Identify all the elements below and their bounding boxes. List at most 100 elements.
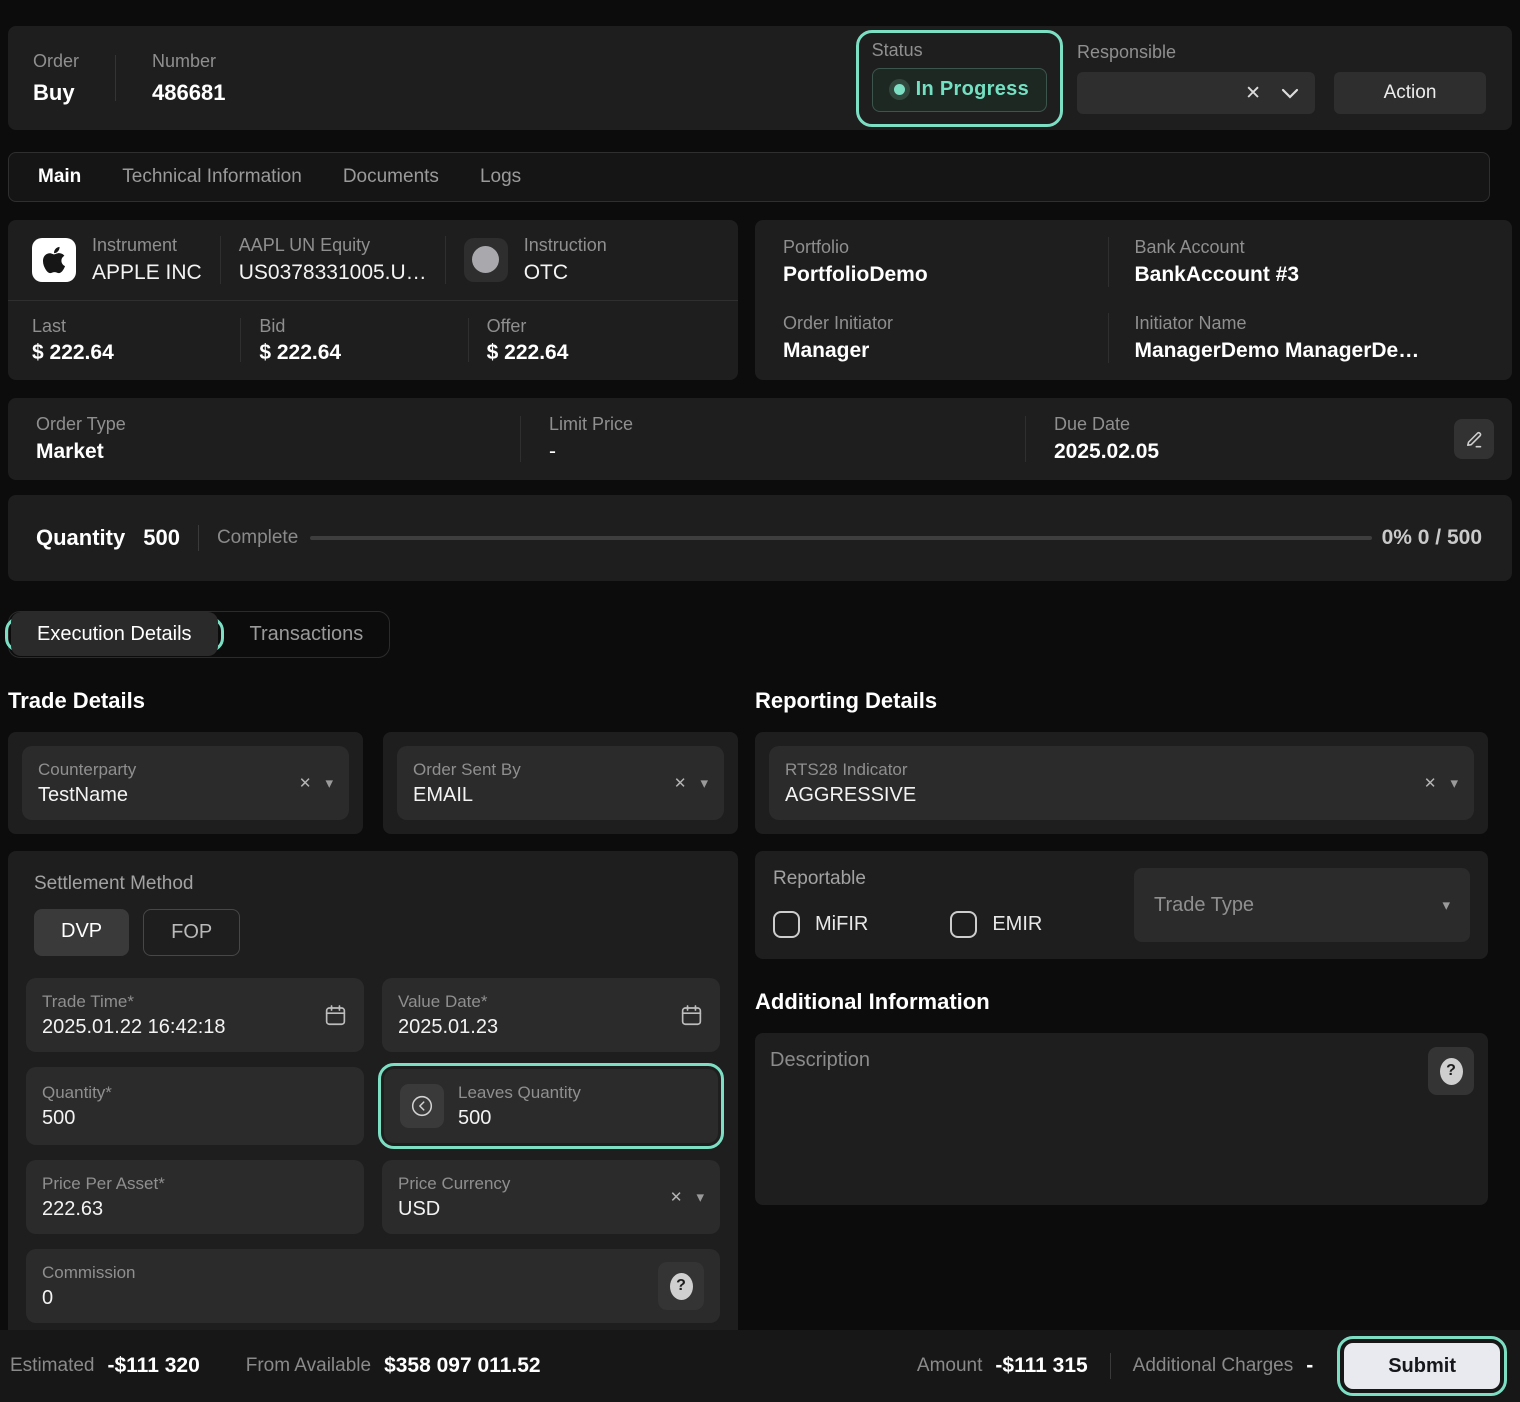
quote-offer: Offer $ 222.64 — [487, 316, 714, 365]
order-type-group: Order Type Market — [36, 414, 520, 464]
tab-main[interactable]: Main — [38, 166, 81, 188]
rts28-select[interactable]: RTS28 Indicator AGGRESSIVE ✕ ▾ — [769, 746, 1474, 820]
tab-logs[interactable]: Logs — [480, 166, 521, 188]
value-date-field[interactable]: Value Date* 2025.01.23 — [382, 978, 720, 1052]
divider — [445, 236, 446, 284]
counterparty-card: Counterparty TestName ✕ ▾ — [8, 732, 363, 834]
divider — [1025, 416, 1026, 462]
order-sent-by-select[interactable]: Order Sent By EMAIL ✕ ▾ — [397, 746, 724, 820]
leaves-quantity-label: Leaves Quantity — [458, 1083, 702, 1103]
price-currency-value: USD — [398, 1198, 662, 1221]
portfolio-label: Portfolio — [783, 237, 1134, 258]
clear-icon[interactable]: ✕ — [299, 774, 312, 792]
settlement-option-dvp[interactable]: DVP — [34, 909, 129, 956]
portfolio-group: Portfolio PortfolioDemo — [783, 237, 1134, 287]
settlement-option-fop[interactable]: FOP — [143, 909, 240, 956]
counterparty-select[interactable]: Counterparty TestName ✕ ▾ — [22, 746, 349, 820]
divider — [220, 236, 221, 284]
instruction-value: OTC — [524, 261, 607, 285]
clear-icon[interactable]: ✕ — [1245, 82, 1261, 105]
trade-fields-grid: Trade Time* 2025.01.22 16:42:18 Value Da… — [26, 978, 720, 1323]
clear-icon[interactable]: ✕ — [1424, 774, 1437, 792]
mifir-checkbox-item: MiFIR — [773, 911, 868, 938]
progress-text: 0% 0 / 500 — [1382, 526, 1482, 550]
order-side-group: Order Buy — [33, 51, 79, 106]
help-button[interactable]: ? — [1428, 1047, 1474, 1095]
isin-value: US0378331005.U… — [239, 261, 427, 285]
additional-charges-value: - — [1306, 1354, 1313, 1378]
calendar-icon[interactable] — [323, 1003, 348, 1028]
number-label: Number — [152, 51, 225, 72]
trade-time-field[interactable]: Trade Time* 2025.01.22 16:42:18 — [26, 978, 364, 1052]
commission-field[interactable]: Commission 0 ? — [26, 1249, 720, 1323]
responsible-label: Responsible — [1077, 42, 1315, 63]
trade-time-label: Trade Time* — [42, 992, 315, 1012]
detail-columns: Trade Details Counterparty TestName ✕ ▾ — [8, 688, 1488, 1341]
action-button[interactable]: Action — [1334, 72, 1486, 114]
instrument-name-group: Instrument APPLE INC — [92, 235, 202, 285]
price-per-asset-label: Price Per Asset* — [42, 1174, 348, 1194]
clear-icon[interactable]: ✕ — [674, 774, 687, 792]
edit-button[interactable] — [1454, 419, 1494, 459]
order-page: Order Buy Number 486681 Status In Progre… — [0, 0, 1520, 1341]
dropdown-arrow-icon[interactable]: ▾ — [325, 774, 333, 792]
portfolio-card: Portfolio PortfolioDemo Bank Account Ban… — [755, 220, 1512, 380]
price-currency-select[interactable]: Price Currency USD ✕ ▾ — [382, 1160, 720, 1234]
amount-label: Amount — [917, 1355, 982, 1377]
trade-type-select[interactable]: Trade Type ▾ — [1134, 868, 1470, 942]
reportable-card: Reportable MiFIR EMIR Trade Type — [755, 851, 1488, 959]
dropdown-arrow-icon[interactable]: ▾ — [700, 774, 708, 792]
question-icon: ? — [670, 1273, 693, 1300]
submit-button[interactable]: Submit — [1344, 1343, 1500, 1389]
bank-account-group: Bank Account BankAccount #3 — [1108, 237, 1485, 287]
quantity-field[interactable]: Quantity* 500 — [26, 1067, 364, 1145]
tab-documents[interactable]: Documents — [343, 166, 439, 188]
rts28-value: AGGRESSIVE — [785, 784, 1416, 807]
order-header: Order Buy Number 486681 Status In Progre… — [8, 26, 1512, 130]
emir-checkbox[interactable] — [950, 911, 977, 938]
main-tabbar: Main Technical Information Documents Log… — [8, 152, 1490, 202]
quantity-field-value: 500 — [42, 1107, 348, 1130]
leaves-quantity-value: 500 — [458, 1107, 702, 1130]
status-dot-icon — [894, 84, 905, 95]
status-label: Status — [872, 40, 1047, 61]
emir-checkbox-item: EMIR — [950, 911, 1042, 938]
calendar-icon[interactable] — [679, 1003, 704, 1028]
responsible-select[interactable]: ✕ — [1077, 72, 1315, 114]
instrument-card: Instrument APPLE INC AAPL UN Equity US03… — [8, 220, 738, 380]
bank-account-value: BankAccount #3 — [1135, 263, 1485, 287]
clear-icon[interactable]: ✕ — [670, 1188, 683, 1206]
order-type-row: Order Type Market Limit Price - Due Date… — [8, 398, 1512, 480]
annotation-ring-leaves-quantity: Leaves Quantity 500 — [378, 1063, 724, 1149]
complete-label: Complete — [217, 527, 298, 549]
help-button[interactable]: ? — [658, 1262, 704, 1310]
mifir-checkbox[interactable] — [773, 911, 800, 938]
reporting-details-heading: Reporting Details — [755, 688, 1488, 714]
tab-technical-information[interactable]: Technical Information — [122, 166, 302, 188]
dropdown-arrow-icon[interactable]: ▾ — [696, 1188, 704, 1206]
description-textarea[interactable] — [770, 1049, 1408, 1189]
initiator-name-value: ManagerDemo ManagerDe… — [1135, 339, 1485, 363]
chevron-down-icon[interactable] — [1281, 88, 1299, 99]
tab-transactions[interactable]: Transactions — [224, 612, 390, 657]
status-badge[interactable]: In Progress — [872, 68, 1047, 112]
order-type-label: Order Type — [36, 414, 520, 435]
tab-execution-details[interactable]: Execution Details — [11, 612, 218, 656]
price-per-asset-field[interactable]: Price Per Asset* 222.63 — [26, 1160, 364, 1234]
order-footer: Estimated -$111 320 From Available $358 … — [0, 1330, 1520, 1402]
arrow-left-circle-icon[interactable] — [400, 1084, 444, 1128]
leaves-quantity-field[interactable]: Leaves Quantity 500 — [384, 1069, 718, 1143]
annotation-ring-status: Status In Progress — [856, 30, 1063, 127]
order-sent-by-card: Order Sent By EMAIL ✕ ▾ — [383, 732, 738, 834]
description-card: ? — [755, 1033, 1488, 1205]
settlement-method-toggle: DVP FOP — [34, 909, 720, 956]
dropdown-arrow-icon[interactable]: ▾ — [1450, 774, 1458, 792]
annotation-ring-submit: Submit — [1337, 1336, 1507, 1396]
counterparty-label: Counterparty — [38, 760, 291, 780]
order-number-value: 486681 — [152, 80, 225, 106]
value-date-value: 2025.01.23 — [398, 1016, 671, 1039]
quote-last: Last $ 222.64 — [32, 316, 259, 365]
trade-time-value: 2025.01.22 16:42:18 — [42, 1016, 315, 1039]
status-value: In Progress — [916, 78, 1029, 101]
quantity-field-label: Quantity* — [42, 1083, 348, 1103]
